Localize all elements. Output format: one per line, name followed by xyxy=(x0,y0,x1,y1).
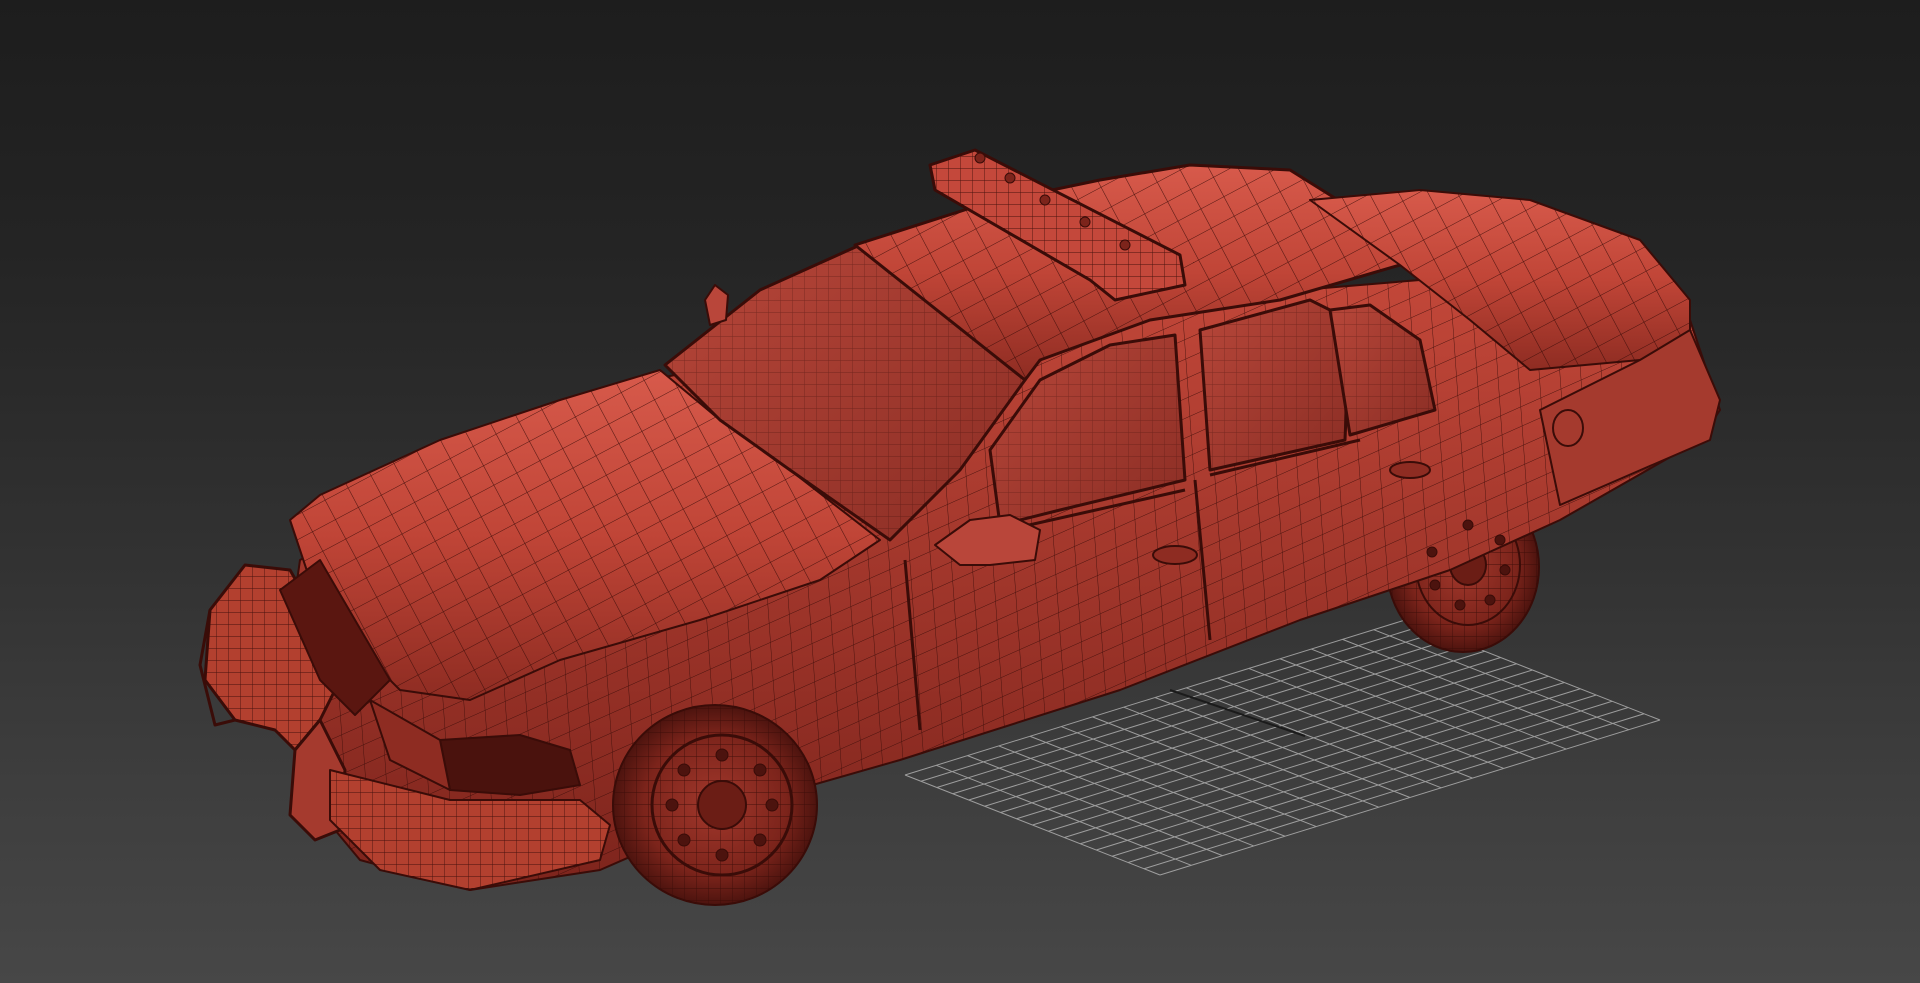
viewport-canvas[interactable] xyxy=(0,0,1920,983)
grid-line xyxy=(1248,667,1504,769)
grid-line xyxy=(1143,713,1645,870)
grid-line xyxy=(1373,629,1629,731)
antenna xyxy=(704,284,729,326)
grid-line xyxy=(1186,687,1442,789)
3d-viewport[interactable] xyxy=(0,0,1920,983)
rear-door-handle xyxy=(1389,461,1431,479)
grid-line xyxy=(1064,682,1565,838)
grid-line xyxy=(1112,700,1613,857)
grid-line xyxy=(1217,677,1473,779)
fuel-cap xyxy=(1552,409,1584,447)
grid-line xyxy=(1342,638,1598,740)
front-door-handle xyxy=(1152,545,1198,565)
grid-line xyxy=(1159,719,1661,876)
grid-line xyxy=(1127,707,1629,863)
grid-line xyxy=(1080,688,1581,845)
grid-line xyxy=(1096,694,1597,851)
grid-line xyxy=(1279,658,1536,760)
front-wheel xyxy=(612,704,818,906)
grid-line xyxy=(1311,648,1567,750)
grid-line xyxy=(1048,675,1549,832)
